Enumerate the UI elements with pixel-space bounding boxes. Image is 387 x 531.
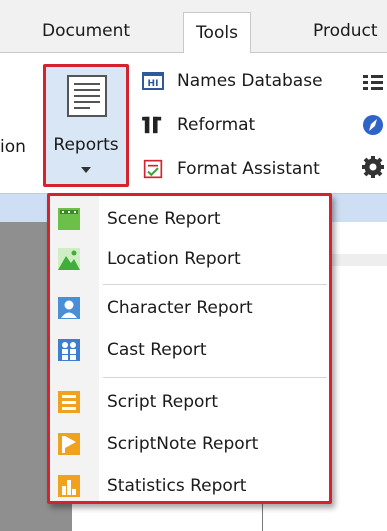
people-icon <box>58 339 80 361</box>
menu-item-cast-report[interactable]: Cast Report <box>50 332 329 368</box>
list-icon[interactable] <box>362 72 384 94</box>
navigate-icon[interactable] <box>362 114 384 136</box>
gear-icon[interactable] <box>362 156 384 178</box>
menu-item-character-report[interactable]: Character Report <box>50 290 329 326</box>
menu-item-label: ScriptNote Report <box>107 434 259 454</box>
names-database-label: Names Database <box>177 71 323 91</box>
menu-item-label: Statistics Report <box>107 476 247 496</box>
landscape-icon <box>58 248 80 270</box>
tab-tools[interactable]: Tools <box>183 12 251 54</box>
menu-separator <box>103 284 327 285</box>
format-assistant-label: Format Assistant <box>177 159 320 179</box>
reports-button[interactable]: Reports <box>43 64 129 187</box>
menu-item-scene-report[interactable]: Scene Report <box>50 201 329 237</box>
menu-item-label: Character Report <box>107 298 253 318</box>
ruler <box>330 254 387 266</box>
menu-item-label: Script Report <box>107 392 219 412</box>
flag-icon <box>58 433 80 455</box>
menu-item-script-report[interactable]: Script Report <box>50 384 329 420</box>
chevron-down-icon <box>81 167 91 173</box>
menu-item-label: Scene Report <box>107 209 221 229</box>
report-document-icon <box>67 75 107 117</box>
menu-item-scriptnote-report[interactable]: ScriptNote Report <box>50 426 329 462</box>
reformat-icon <box>142 116 162 134</box>
person-icon <box>58 297 80 319</box>
bar-chart-icon <box>58 475 80 497</box>
reports-button-label: Reports <box>53 135 119 155</box>
format-assistant-icon <box>143 159 163 179</box>
tab-production[interactable]: Product <box>307 10 384 53</box>
tab-document[interactable]: Document <box>36 10 136 53</box>
menu-item-label: Cast Report <box>107 340 207 360</box>
truncated-ribbon-label: ion <box>0 137 26 157</box>
names-database-icon: HI <box>142 72 164 90</box>
reports-dropdown-menu: Scene Report Location Report Character R… <box>47 193 332 504</box>
svg-text:HI: HI <box>148 79 159 89</box>
scene-icon <box>58 208 80 230</box>
script-icon <box>58 391 80 413</box>
menu-item-label: Location Report <box>107 249 241 269</box>
ribbon-tab-strip: Document Tools Product <box>0 0 387 54</box>
reformat-label: Reformat <box>177 115 256 135</box>
menu-item-statistics-report[interactable]: Statistics Report <box>50 468 329 504</box>
menu-item-location-report[interactable]: Location Report <box>50 241 329 277</box>
menu-separator <box>103 377 327 378</box>
